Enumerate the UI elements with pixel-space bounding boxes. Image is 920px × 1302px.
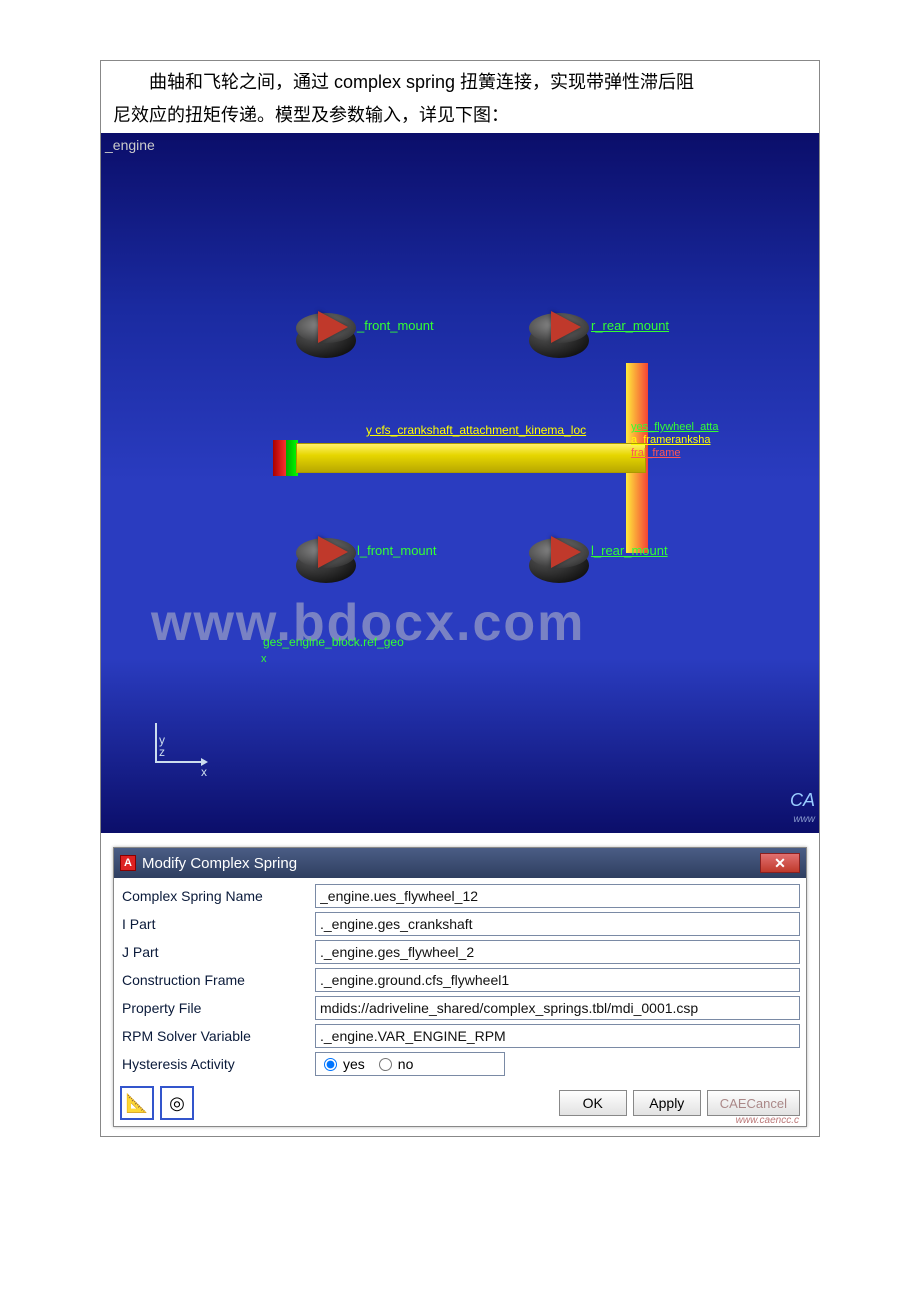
- axis-z-label: z: [159, 745, 165, 759]
- 3d-viewport[interactable]: _engine _front_mount r_rear_mount y cfs_…: [101, 133, 819, 833]
- mount-rear-lower[interactable]: [529, 538, 589, 583]
- construction-frame-label: Construction Frame: [120, 972, 315, 988]
- model-name-label: _engine: [105, 137, 155, 153]
- crankshaft-cap-red: [273, 440, 287, 476]
- rpm-solver-input[interactable]: [315, 1024, 800, 1048]
- cancel-overlay-text: CAECancel: [720, 1096, 787, 1111]
- dialog-area: A Modify Complex Spring ✕ Complex Spring…: [101, 833, 819, 1136]
- cone-icon: [318, 311, 348, 343]
- spring-name-label: Complex Spring Name: [120, 888, 315, 904]
- hysteresis-yes-radio[interactable]: [324, 1058, 337, 1071]
- mount-rear-upper[interactable]: [529, 313, 589, 358]
- footer-watermark: www.caencc.c: [113, 1115, 807, 1126]
- intro-line1: 曲轴和飞轮之间，通过 complex spring 扭簧连接，实现带弹性滞后阻: [101, 61, 819, 102]
- target-icon: ◎: [169, 1093, 185, 1114]
- hysteresis-radio-group: yes no: [315, 1052, 505, 1076]
- right-overlay-labels: yes_flywheel_atta a_frameranksha fral_fr…: [631, 421, 718, 461]
- small-coord-x: x: [261, 653, 267, 665]
- rpm-solver-label: RPM Solver Variable: [120, 1028, 315, 1044]
- mount-rear-upper-label: r_rear_mount: [591, 318, 669, 333]
- property-file-input[interactable]: [315, 996, 800, 1020]
- i-part-label: I Part: [120, 916, 315, 932]
- dialog-title-text: Modify Complex Spring: [142, 855, 297, 872]
- hysteresis-no-radio[interactable]: [379, 1058, 392, 1071]
- axis-x-label: x: [201, 765, 207, 779]
- hysteresis-yes-label: yes: [343, 1056, 365, 1072]
- ges-engine-block-label: ges_engine_block.ref_geo: [263, 635, 404, 649]
- dialog-titlebar[interactable]: A Modify Complex Spring ✕: [114, 848, 806, 878]
- construction-frame-input[interactable]: [315, 968, 800, 992]
- j-part-input[interactable]: [315, 940, 800, 964]
- right-label-1: yes_flywheel_atta: [631, 421, 718, 434]
- spring-name-input[interactable]: [315, 884, 800, 908]
- document-page: 曲轴和飞轮之间，通过 complex spring 扭簧连接，实现带弹性滞后阻 …: [100, 60, 820, 1137]
- app-icon: A: [120, 855, 136, 871]
- cone-icon: [551, 311, 581, 343]
- hysteresis-label: Hysteresis Activity: [120, 1056, 315, 1072]
- modify-complex-spring-dialog: A Modify Complex Spring ✕ Complex Spring…: [113, 847, 807, 1127]
- apply-button[interactable]: Apply: [633, 1090, 701, 1116]
- right-label-2: a_frameranksha: [631, 434, 718, 447]
- ca-corner-label: CA: [790, 790, 815, 811]
- close-button[interactable]: ✕: [760, 853, 800, 873]
- property-file-label: Property File: [120, 1000, 315, 1016]
- intro-line2: 尼效应的扭矩传递。模型及参数输入，详见下图：: [101, 102, 819, 133]
- mount-front-lower[interactable]: [296, 538, 356, 583]
- j-part-label: J Part: [120, 944, 315, 960]
- cancel-button[interactable]: CAECancel: [707, 1090, 800, 1116]
- crankshaft-geometry[interactable]: [296, 443, 646, 473]
- mount-rear-lower-label: l_rear_mount: [591, 543, 668, 558]
- cfs-crankshaft-label: y cfs_crankshaft_attachment_kinema_loc: [366, 423, 586, 437]
- mount-front-lower-label: l_front_mount: [357, 543, 437, 558]
- pencil-ruler-icon: 📐: [126, 1093, 148, 1114]
- mount-front-upper[interactable]: [296, 313, 356, 358]
- cone-icon: [318, 536, 348, 568]
- i-part-input[interactable]: [315, 912, 800, 936]
- close-icon: ✕: [774, 855, 786, 872]
- cone-icon: [551, 536, 581, 568]
- mount-front-upper-label: _front_mount: [357, 318, 434, 333]
- dialog-body: Complex Spring Name I Part J Part Constr…: [114, 878, 806, 1080]
- ok-button[interactable]: OK: [559, 1090, 627, 1116]
- hysteresis-no-label: no: [398, 1056, 414, 1072]
- small-watermark: www: [793, 814, 815, 825]
- right-label-3: fral_frame: [631, 447, 718, 460]
